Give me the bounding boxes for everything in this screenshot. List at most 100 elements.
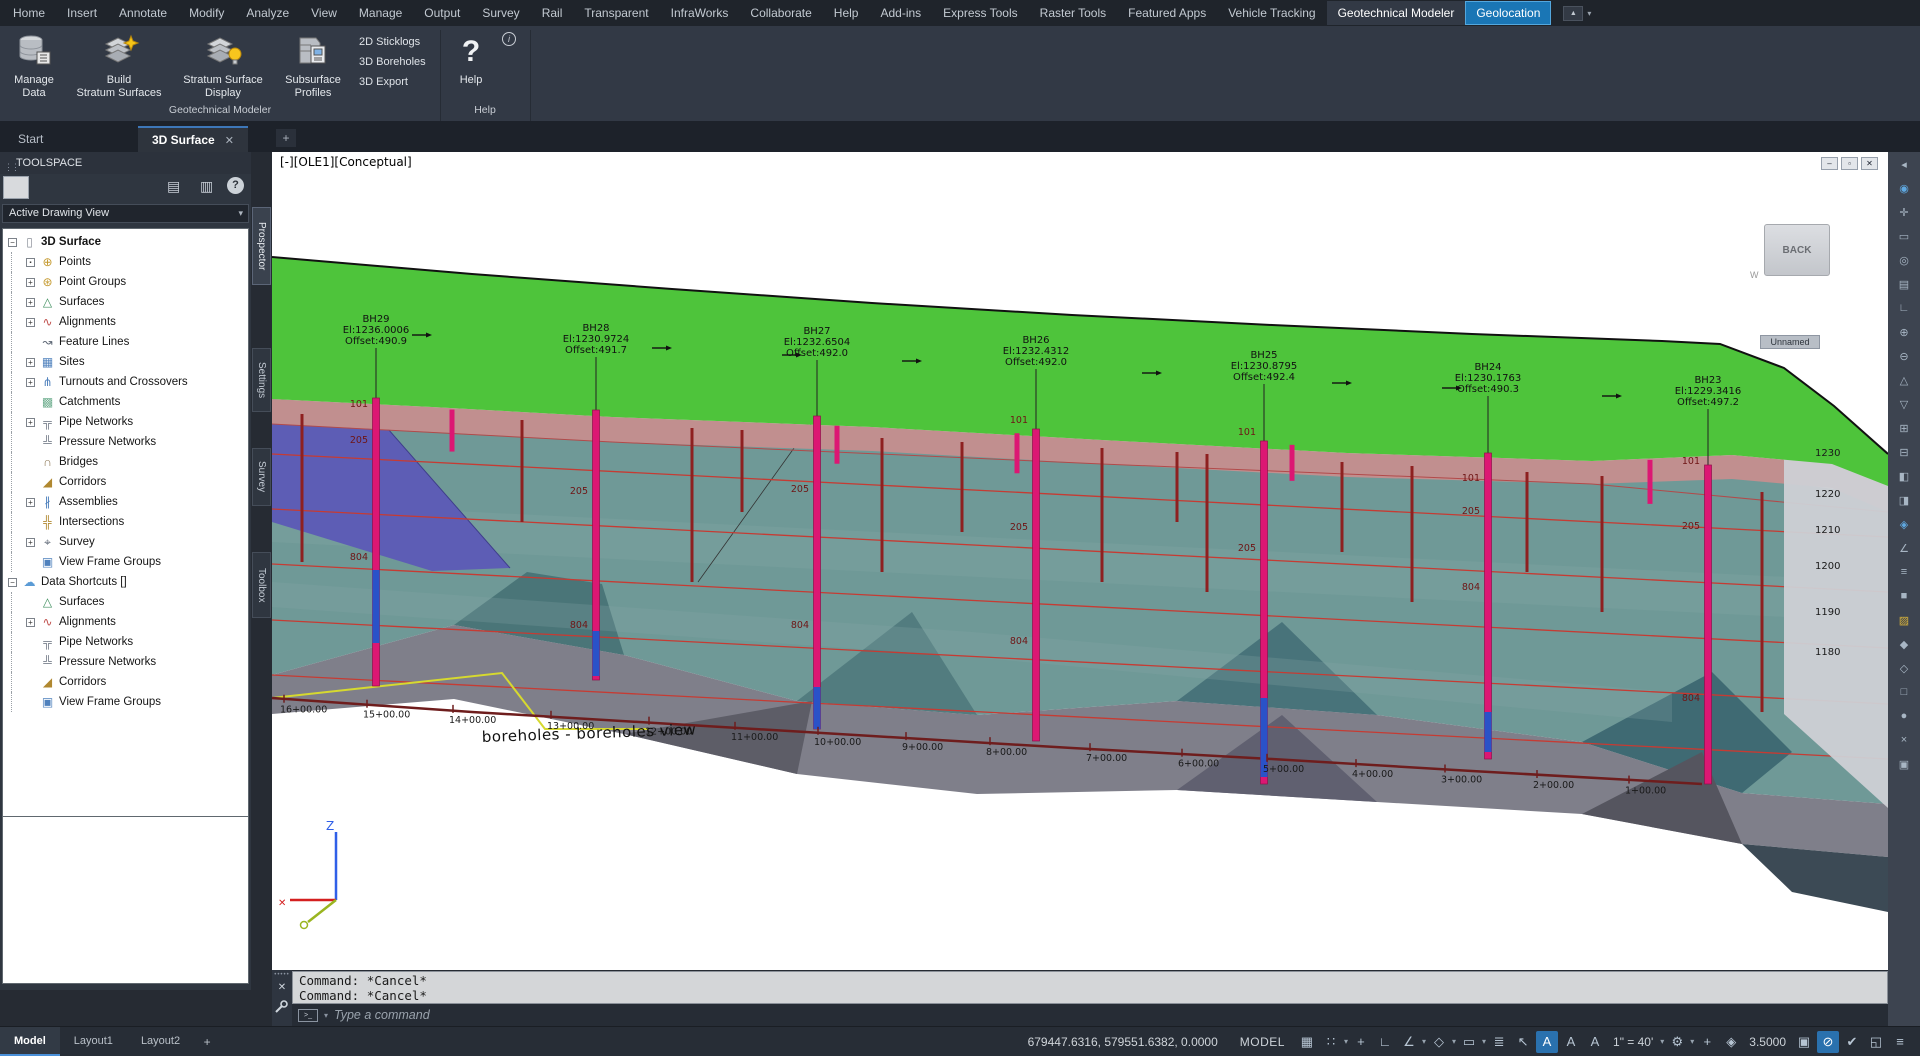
erase-icon[interactable]: × [1888, 728, 1920, 752]
fillet-icon[interactable]: ◈ [1888, 512, 1920, 536]
ribbon-tab-manage[interactable]: Manage [348, 1, 413, 25]
table-icon[interactable]: □ [1888, 680, 1920, 704]
help-button[interactable]: ? Help [446, 30, 496, 87]
tree-item-bridges[interactable]: ∩Bridges [3, 452, 248, 472]
ribbon-tab-add-ins[interactable]: Add-ins [869, 1, 932, 25]
fullscreen-icon[interactable]: ◱ [1865, 1031, 1887, 1053]
ribbon-tab-view[interactable]: View [300, 1, 348, 25]
object-snap-icon[interactable]: A [1536, 1031, 1558, 1053]
ribbon-tab-analyze[interactable]: Analyze [235, 1, 300, 25]
text-icon[interactable]: ◆ [1888, 632, 1920, 656]
ribbon-tab-survey[interactable]: Survey [471, 1, 530, 25]
minimize-icon[interactable]: – [1821, 157, 1838, 170]
isolate-objects-icon[interactable]: ◈ [1720, 1031, 1742, 1053]
ribbon-tab-geotechnical-modeler[interactable]: Geotechnical Modeler [1327, 1, 1466, 25]
side-tab-survey[interactable]: Survey [252, 448, 271, 506]
dimension-icon[interactable]: ◇ [1888, 656, 1920, 680]
chevron-down-icon[interactable]: ▾ [1422, 1037, 1426, 1046]
polar-tracking-icon[interactable]: ∠ [1398, 1031, 1420, 1053]
expander-icon[interactable]: ▪ [26, 258, 35, 267]
tree-item-alignments[interactable]: +∿Alignments [3, 312, 248, 332]
annotation-visibility-icon[interactable]: A [1584, 1031, 1606, 1053]
tree-item-turnouts-and-crossovers[interactable]: +⋔Turnouts and Crossovers [3, 372, 248, 392]
tree-item-surfaces[interactable]: △Surfaces [3, 592, 248, 612]
expander-icon[interactable]: + [26, 278, 35, 287]
build-stratum-surfaces-button[interactable]: BuildStratum Surfaces [64, 30, 174, 100]
annotation-scale-label[interactable]: 1" = 40' [1607, 1035, 1659, 1049]
customization-icon[interactable]: ≡ [1889, 1031, 1911, 1053]
tree-item-corridors[interactable]: ◢Corridors [3, 672, 248, 692]
tree-item-assemblies[interactable]: +∦Assemblies [3, 492, 248, 512]
side-tab-toolbox[interactable]: Toolbox [252, 552, 271, 618]
chevron-down-icon[interactable]: ▾ [1660, 1037, 1664, 1046]
tree-item-intersections[interactable]: ╬Intersections [3, 512, 248, 532]
extend-icon[interactable]: ◨ [1888, 488, 1920, 512]
manage-data-button[interactable]: ManageData [6, 30, 62, 100]
scale-icon[interactable]: △ [1888, 368, 1920, 392]
ribbon-tab-insert[interactable]: Insert [56, 1, 108, 25]
ortho-icon[interactable]: ∟ [1374, 1031, 1396, 1053]
quick-properties-icon[interactable]: ▣ [1793, 1031, 1815, 1053]
dynamic-input-icon[interactable]: + [1350, 1031, 1372, 1053]
tree-item-alignments[interactable]: +∿Alignments [3, 612, 248, 632]
tree-item-pressure-networks[interactable]: ╩Pressure Networks [3, 432, 248, 452]
tree-item-view-frame-groups[interactable]: ▣View Frame Groups [3, 692, 248, 712]
trim-icon[interactable]: ◧ [1888, 464, 1920, 488]
ribbon-tab-featured-apps[interactable]: Featured Apps [1117, 1, 1217, 25]
panel-layout-icon[interactable]: ▤ [167, 178, 180, 195]
viewport-canvas[interactable]: BH29El:1236.0006Offset:490.9101205804BH2… [272, 152, 1888, 970]
ribbon-link-3d-boreholes[interactable]: 3D Boreholes [359, 52, 437, 72]
ribbon-collapse-control[interactable]: ▲▾ [1563, 6, 1591, 21]
ribbon-tab-geolocation[interactable]: Geolocation [1465, 1, 1551, 25]
tree-item-feature-lines[interactable]: ↝Feature Lines [3, 332, 248, 352]
close-icon[interactable]: ✕ [225, 134, 234, 147]
ribbon-tab-transparent[interactable]: Transparent [573, 1, 659, 25]
orbit-icon[interactable]: ◎ [1888, 248, 1920, 272]
ribbon-link-2d-sticklogs[interactable]: 2D Sticklogs [359, 32, 437, 52]
tree-item-pipe-networks[interactable]: +╦Pipe Networks [3, 412, 248, 432]
rotate-icon[interactable]: ⊖ [1888, 344, 1920, 368]
new-layout-button[interactable]: + [198, 1034, 216, 1050]
properties-icon[interactable]: ▣ [1888, 752, 1920, 776]
point-icon[interactable]: ● [1888, 704, 1920, 728]
info-icon[interactable]: i [502, 32, 516, 46]
showmotion-icon[interactable]: ▤ [1888, 272, 1920, 296]
ribbon-tab-help[interactable]: Help [823, 1, 870, 25]
tree-item-surfaces[interactable]: +△Surfaces [3, 292, 248, 312]
ribbon-tab-express-tools[interactable]: Express Tools [932, 1, 1028, 25]
expander-icon[interactable]: + [26, 378, 35, 387]
toolspace-help-icon[interactable]: ? [227, 177, 244, 194]
view-selector-dropdown[interactable]: Active Drawing View▾ [2, 204, 249, 223]
tree-item-view-frame-groups[interactable]: ▣View Frame Groups [3, 552, 248, 572]
side-tab-settings[interactable]: Settings [252, 348, 271, 412]
expander-icon[interactable]: + [26, 298, 35, 307]
tree-item-3d-surface[interactable]: −▯3D Surface [3, 232, 248, 252]
ribbon-tab-home[interactable]: Home [2, 1, 56, 25]
layout-tab-model[interactable]: Model [0, 1027, 60, 1056]
ribbon-tab-annotate[interactable]: Annotate [108, 1, 178, 25]
collapse-icon[interactable]: ◂ [1888, 152, 1920, 176]
ribbon-tab-collaborate[interactable]: Collaborate [739, 1, 822, 25]
expander-icon[interactable]: + [26, 538, 35, 547]
expander-icon[interactable]: + [26, 618, 35, 627]
tree-item-catchments[interactable]: ▩Catchments [3, 392, 248, 412]
mirror-icon[interactable]: ▽ [1888, 392, 1920, 416]
osnap-overrides-icon[interactable]: A [1560, 1031, 1582, 1053]
command-input[interactable]: >_ ▾ Type a command [292, 1004, 1888, 1026]
drawing-viewport[interactable]: [-][OLE1][Conceptual] – ▫ ✕ BACK W Unnam… [272, 152, 1888, 970]
ribbon-tab-infraworks[interactable]: InfraWorks [660, 1, 740, 25]
move-icon[interactable]: ⊕ [1888, 320, 1920, 344]
snap-icon[interactable]: ∷ [1320, 1031, 1342, 1053]
close-command-icon[interactable]: ✕ [272, 982, 292, 993]
chevron-down-icon[interactable]: ▾ [1482, 1037, 1486, 1046]
expander-icon[interactable]: + [26, 318, 35, 327]
chevron-down-icon[interactable]: ▾ [1344, 1037, 1348, 1046]
tree-item-data-shortcuts-[interactable]: −☁Data Shortcuts [] [3, 572, 248, 592]
clean-screen-icon[interactable]: ⊘ [1817, 1031, 1839, 1053]
expander-icon[interactable]: + [26, 358, 35, 367]
tree-item-survey[interactable]: +⌖Survey [3, 532, 248, 552]
toolspace-header[interactable]: ⋮⋮ TOOLSPACE [0, 152, 251, 174]
layer-icon[interactable]: ≡ [1888, 560, 1920, 584]
graphics-performance-icon[interactable]: ✔ [1841, 1031, 1863, 1053]
stratum-surface-display-button[interactable]: Stratum SurfaceDisplay [178, 30, 268, 100]
